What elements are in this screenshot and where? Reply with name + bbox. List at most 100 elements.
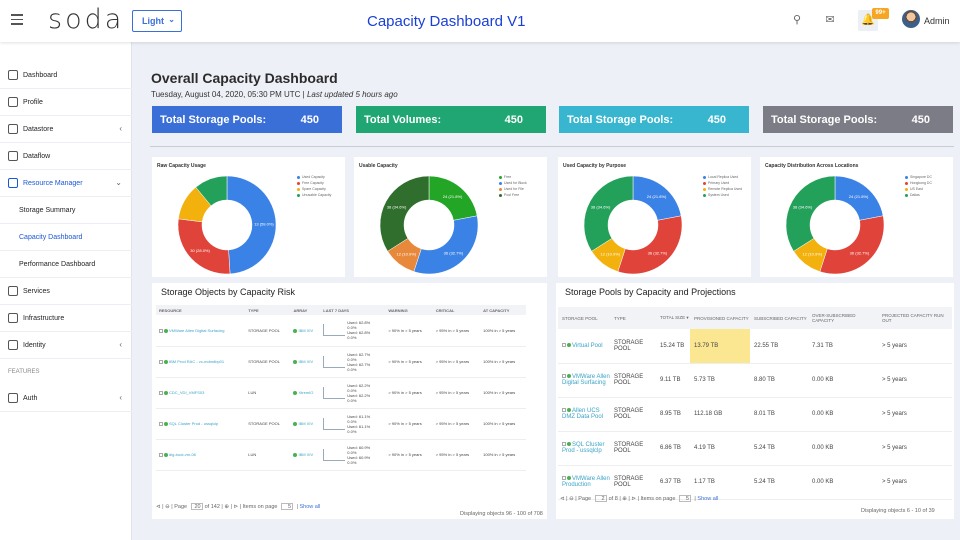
column-header[interactable]: TYPE [245, 305, 291, 315]
show-all-link[interactable]: Show all [300, 504, 321, 510]
resource-link[interactable]: IBM Prod RAC - vc-mdmdbp01 [169, 359, 224, 364]
array-link[interactable]: IBM XIV [298, 328, 313, 333]
column-header[interactable]: PROJECTED CAPACITY RUN OUT [878, 307, 952, 329]
checkbox[interactable] [562, 343, 566, 348]
resource-link[interactable]: CDC_VDI_VMFS03 [169, 390, 204, 395]
sidebar-item-resource-manager[interactable]: Resource Manager ⌄ [0, 170, 132, 197]
app-logo[interactable]: soda [48, 4, 124, 35]
table-row[interactable]: Virtual Pool STORAGE POOL 15.24 TB 13.79 TB… [558, 329, 952, 364]
next-page-icon[interactable]: ⊕ [622, 496, 627, 502]
array-link[interactable]: XtremIO [298, 390, 313, 395]
chevron-left-icon: ‹ [119, 124, 122, 133]
donut-chart[interactable]: 13 (59.0%) 30 (28.0%) [172, 173, 282, 277]
column-header[interactable]: OVER-SUBSCRIBED CAPACITY [808, 307, 878, 329]
page-input[interactable]: 20 [190, 503, 203, 510]
donut-slice[interactable] [379, 175, 430, 252]
donut-slice[interactable] [617, 215, 683, 275]
column-header[interactable]: WARNING [385, 305, 433, 315]
checkbox[interactable] [159, 359, 163, 364]
sidebar-item-infrastructure[interactable]: Infrastructure [0, 305, 132, 332]
table-row[interactable]: Allen UCS DMZ Data Pool STORAGE POOL 8.95 … [558, 397, 952, 432]
warning-cell: > 90% in > 5 years [385, 377, 433, 409]
critical-cell: > 95% in > 5 years [432, 408, 481, 440]
checkbox[interactable] [562, 408, 566, 413]
sidebar-item-services[interactable]: Services [0, 278, 132, 305]
resource-link[interactable]: VMWare Allen Digital Surfacing [169, 328, 224, 333]
sidebar-item-storage-summary[interactable]: Storage Summary [0, 197, 132, 224]
checkbox[interactable] [159, 390, 163, 395]
donut-slice[interactable] [819, 215, 885, 275]
table-row[interactable]: VMWare Allen Digital Surfacing STORAGE PO… [156, 315, 526, 347]
first-page-icon[interactable]: ⊲ [156, 504, 161, 510]
sidebar-item-performance-dashboard[interactable]: Performance Dashboard [0, 251, 132, 278]
column-header[interactable]: AT CAPACITY [480, 305, 526, 315]
prev-page-icon[interactable]: ⊖ [569, 496, 574, 502]
table-row[interactable]: SQL Cluster Prod - ussqlclp STORAGE POOL 6… [558, 431, 952, 466]
column-header[interactable]: SUBSCRIBED CAPACITY [750, 307, 808, 329]
sidebar-item-dashboard[interactable]: Dashboard [0, 62, 132, 89]
next-page-icon[interactable]: ⊕ [224, 504, 229, 510]
items-per-page-input[interactable]: 5 [678, 495, 691, 502]
column-header[interactable]: STORAGE POOL [558, 307, 610, 329]
column-header[interactable]: ARRAY [290, 305, 321, 315]
sidebar-item-dataflow[interactable]: Dataflow [0, 143, 132, 170]
checkbox[interactable] [562, 374, 566, 379]
last-page-icon[interactable]: ⊳ [234, 504, 239, 510]
resource-link[interactable]: dig-boot-vm-06 [169, 452, 196, 457]
menu-icon[interactable] [11, 14, 23, 25]
column-header[interactable]: RESOURCE [156, 305, 246, 315]
donut-chart[interactable]: 24 (21.8%) 36 (32.7%) 12 (10.9%) 38 (34.6%) [578, 173, 688, 277]
storage-pools-panel: Storage Pools by Capacity and Projection… [556, 283, 954, 519]
items-per-page-input[interactable]: 5 [281, 503, 294, 510]
sidebar-item-capacity-dashboard[interactable]: Capacity Dashboard [0, 224, 132, 251]
donut-chart[interactable]: 24 (21.8%) 36 (32.7%) 12 (10.9%) 38 (34.6%) [374, 173, 484, 277]
donut-slice[interactable] [177, 218, 231, 275]
summary-card[interactable]: Total Volumes: 450 [356, 106, 546, 133]
table-row[interactable]: CDC_VDI_VMFS03 LUN XtremIO Used: 62.2% 0.0% U… [156, 377, 526, 409]
prev-page-icon[interactable]: ⊖ [165, 504, 170, 510]
resource-link[interactable]: SQL Cluster Prod - ussqlclp [169, 421, 218, 426]
table-row[interactable]: VMWare Allen Production STORAGE POOL 6.37 … [558, 465, 952, 500]
column-header[interactable]: TOTAL SIZE ▾ [656, 307, 690, 329]
column-header[interactable]: CRITICAL [432, 305, 481, 315]
page-input[interactable]: 2 [594, 495, 607, 502]
table-row[interactable]: VMWare Allen Digital Surfacing STORAGE PO… [558, 363, 952, 398]
table-row[interactable]: IBM Prod RAC - vc-mdmdbp01 STORAGE POOL IB… [156, 346, 526, 378]
checkbox[interactable] [159, 421, 163, 426]
first-page-icon[interactable]: ⊲ [560, 496, 565, 502]
avatar[interactable] [902, 10, 920, 28]
column-header[interactable]: LAST 7 DAYS [320, 305, 386, 315]
donut-chart[interactable]: 24 (21.8%) 36 (32.7%) 12 (10.9%) 38 (34.6%) [780, 173, 890, 277]
main-content: Overall Capacity Dashboard Tuesday, Augu… [132, 42, 960, 540]
summary-card[interactable]: Total Storage Pools: 450 [763, 106, 953, 133]
donut-slice[interactable] [785, 175, 836, 252]
checkbox[interactable] [159, 452, 163, 457]
donut-slice[interactable] [583, 175, 634, 252]
sidebar-item-profile[interactable]: Profile [0, 89, 132, 116]
sidebar-item-datastore[interactable]: Datastore ‹ [0, 116, 132, 143]
theme-select[interactable]: Light ⌄ [132, 10, 182, 32]
show-all-link[interactable]: Show all [697, 496, 718, 502]
summary-card[interactable]: Total Storage Pools: 450 [559, 106, 749, 133]
last-page-icon[interactable]: ⊳ [631, 496, 636, 502]
checkbox[interactable] [562, 442, 566, 447]
mail-icon[interactable]: ✉ [823, 13, 837, 27]
checkbox[interactable] [562, 476, 566, 481]
sidebar-item-auth[interactable]: Auth ‹ [0, 385, 132, 412]
chart-panel-used-by-purpose: Used Capacity by Purpose 24 (21.8%) 36 (3… [558, 157, 751, 277]
table-row[interactable]: SQL Cluster Prod - ussqlclp STORAGE POOL I… [156, 408, 526, 440]
column-header[interactable]: TYPE [610, 307, 656, 329]
search-icon[interactable]: ⚲ [790, 13, 804, 27]
pool-link[interactable]: Virtual Pool [572, 343, 603, 349]
column-header[interactable]: PROVISIONED CAPACITY [690, 307, 750, 329]
array-link[interactable]: IBM XIV [298, 359, 313, 364]
sidebar-item-identity[interactable]: Identity ‹ [0, 332, 132, 359]
donut-slice[interactable] [413, 215, 479, 275]
array-link[interactable]: IBM XIV [298, 421, 313, 426]
table-row[interactable]: dig-boot-vm-06 LUN IBM XIV Used: 60.9% 0.0% U… [156, 439, 526, 471]
slice-label: 12 (10.9%) [397, 252, 417, 257]
user-name[interactable]: Admin [924, 16, 950, 26]
summary-card[interactable]: Total Storage Pools: 450 [152, 106, 342, 133]
checkbox[interactable] [159, 328, 163, 333]
array-link[interactable]: IBM XIV [298, 452, 313, 457]
